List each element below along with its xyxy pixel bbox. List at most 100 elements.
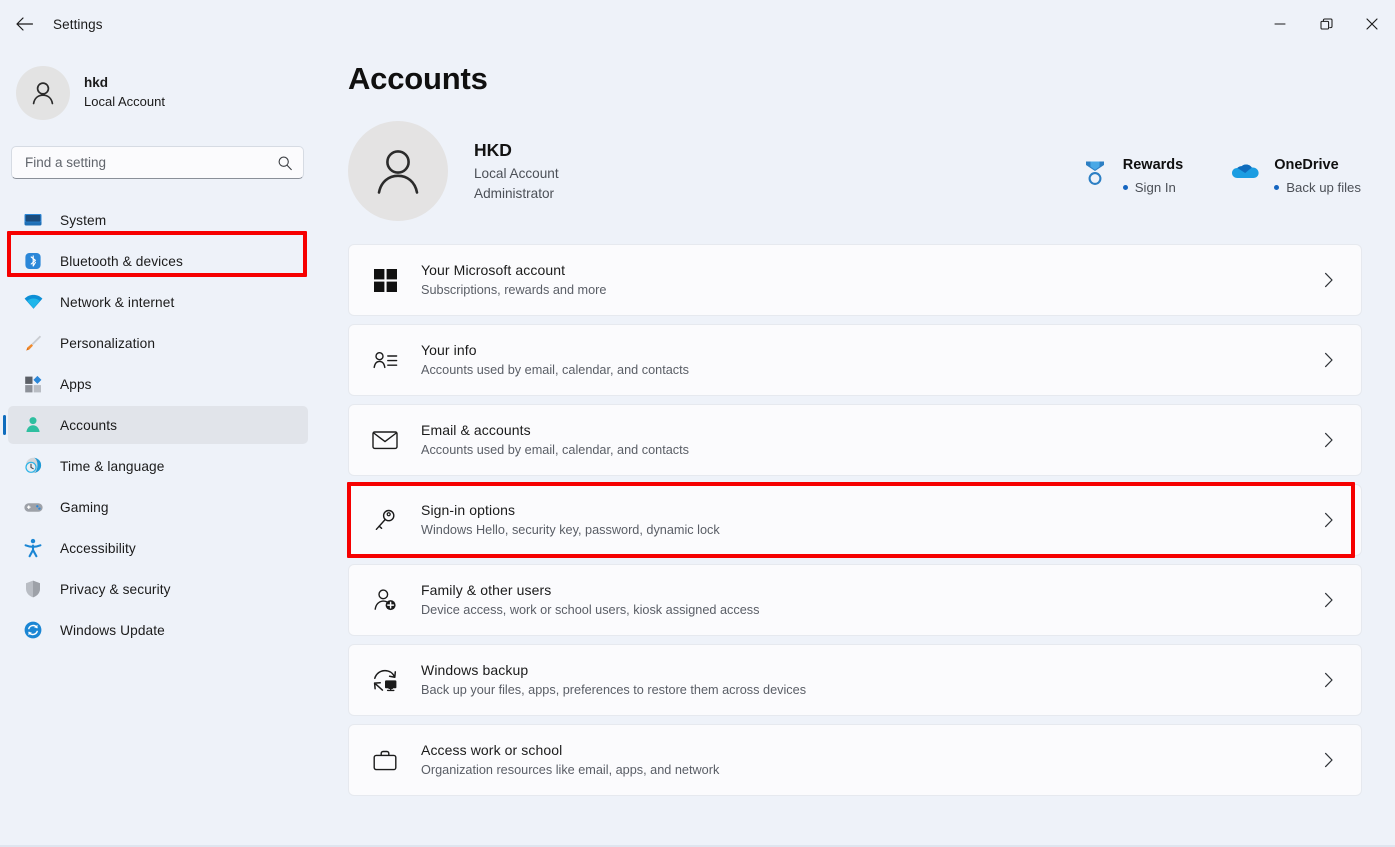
profile-text: hkd Local Account (84, 75, 165, 110)
card-subtitle: Organization resources like email, apps,… (421, 763, 720, 778)
sidebar-item-gaming[interactable]: Gaming (8, 488, 308, 526)
person-badge-icon (22, 414, 44, 436)
avatar (16, 66, 70, 120)
gamepad-icon (22, 496, 44, 518)
back-arrow-icon (15, 17, 33, 31)
sidebar-item-time-language[interactable]: Time & language (8, 447, 308, 485)
card-title: Your Microsoft account (421, 262, 566, 279)
account-details: HKD Local Account Administrator (474, 139, 559, 202)
person-icon (32, 82, 54, 105)
rewards-status: Sign In (1122, 180, 1183, 195)
card-subtitle: Subscriptions, rewards and more (421, 283, 607, 298)
window-body: hkd Local Account Find a setting System … (0, 48, 1395, 845)
sidebar-item-label: System (60, 212, 107, 228)
card-title: Email & accounts (421, 422, 531, 439)
back-button[interactable] (4, 8, 44, 40)
status-dot-icon (1274, 184, 1280, 190)
chevron-right-icon (1317, 432, 1341, 448)
shield-icon (22, 578, 44, 600)
sidebar-item-label: Accessibility (60, 540, 136, 556)
page-title: Accounts (348, 61, 488, 96)
minimize-button[interactable] (1257, 0, 1303, 48)
account-widgets: Rewards Sign In OneDrive Back up files (1080, 147, 1361, 195)
sidebar-item-label: Personalization (60, 335, 156, 351)
profile-name: hkd (84, 75, 109, 91)
search-box[interactable] (11, 146, 304, 179)
card-subtitle: Back up your files, apps, preferences to… (421, 683, 807, 698)
card-subtitle: Windows Hello, security key, password, d… (421, 523, 720, 538)
cloud-icon (1231, 158, 1261, 188)
chevron-right-icon (1317, 592, 1341, 608)
rewards-widget[interactable]: Rewards Sign In (1080, 157, 1184, 195)
sidebar-item-label: Apps (60, 376, 92, 392)
card-title: Sign-in options (421, 502, 516, 519)
search-icon[interactable] (277, 155, 293, 171)
search-input[interactable] (25, 155, 277, 170)
contact-info-icon (371, 346, 399, 374)
close-button[interactable] (1349, 0, 1395, 48)
sidebar-item-network-internet[interactable]: Network & internet (8, 283, 308, 321)
envelope-icon (371, 426, 399, 454)
sidebar-item-privacy-security[interactable]: Privacy & security (8, 570, 308, 608)
backup-icon (371, 666, 399, 694)
chevron-right-icon (1317, 672, 1341, 688)
card-email-accounts[interactable]: Email & accounts Accounts used by email,… (348, 404, 1362, 476)
update-icon (22, 619, 44, 641)
sidebar-item-personalization[interactable]: Personalization (8, 324, 308, 362)
bluetooth-icon (22, 250, 44, 272)
card-text: Email & accounts Accounts used by email,… (421, 421, 1317, 459)
key-icon (371, 506, 399, 534)
card-subtitle: Device access, work or school users, kio… (421, 603, 760, 618)
card-your-info[interactable]: Your info Accounts used by email, calend… (348, 324, 1362, 396)
card-title: Your info (421, 342, 477, 359)
paintbrush-icon (22, 332, 44, 354)
card-windows-backup[interactable]: Windows backup Back up your files, apps,… (348, 644, 1362, 716)
card-your-microsoft-account[interactable]: Your Microsoft account Subscriptions, re… (348, 244, 1362, 316)
account-avatar (348, 121, 448, 221)
window-title: Settings (53, 16, 103, 32)
rewards-text: Rewards Sign In (1122, 157, 1184, 195)
card-title: Windows backup (421, 662, 529, 679)
onedrive-widget[interactable]: OneDrive Back up files (1231, 157, 1361, 195)
chevron-right-icon (1317, 352, 1341, 368)
sidebar-profile[interactable]: hkd Local Account (0, 48, 320, 126)
card-title: Family & other users (421, 582, 552, 599)
person-add-icon (371, 586, 399, 614)
account-type: Local Account (474, 165, 559, 181)
sidebar-item-bluetooth-devices[interactable]: Bluetooth & devices (8, 242, 308, 280)
onedrive-title: OneDrive (1274, 157, 1339, 174)
title-bar: Settings (0, 0, 1395, 48)
card-access-work-or-school[interactable]: Access work or school Organization resou… (348, 724, 1362, 796)
card-text: Family & other users Device access, work… (421, 581, 1317, 619)
medal-icon (1080, 158, 1110, 188)
sidebar-item-accessibility[interactable]: Accessibility (8, 529, 308, 567)
sidebar-item-apps[interactable]: Apps (8, 365, 308, 403)
chevron-right-icon (1317, 512, 1341, 528)
sidebar-item-label: Windows Update (60, 622, 165, 638)
sidebar-item-label: Time & language (60, 458, 165, 474)
wifi-icon (22, 291, 44, 313)
sidebar-item-windows-update[interactable]: Windows Update (8, 611, 308, 649)
account-name: HKD (474, 140, 512, 161)
sidebar-item-system[interactable]: System (8, 201, 308, 239)
clock-globe-icon (22, 455, 44, 477)
accessibility-icon (22, 537, 44, 559)
person-icon (377, 150, 419, 194)
card-text: Your info Accounts used by email, calend… (421, 341, 1317, 379)
close-icon (1366, 18, 1378, 30)
minimize-icon (1274, 23, 1286, 25)
onedrive-status: Back up files (1274, 180, 1361, 195)
card-sign-in-options[interactable]: Sign-in options Windows Hello, security … (348, 484, 1362, 556)
settings-card-list: Your Microsoft account Subscriptions, re… (347, 244, 1395, 796)
sidebar-nav: System Bluetooth & devices Network & int… (0, 201, 320, 649)
sidebar-item-accounts[interactable]: Accounts (3, 406, 308, 444)
onedrive-text: OneDrive Back up files (1274, 157, 1361, 195)
profile-subtitle: Local Account (84, 94, 165, 110)
restore-button[interactable] (1303, 0, 1349, 48)
microsoft-logo-icon (371, 266, 399, 294)
card-subtitle: Accounts used by email, calendar, and co… (421, 443, 690, 458)
settings-window: Settings hkd Local Account Find a settin… (0, 0, 1395, 847)
chevron-right-icon (1317, 272, 1341, 288)
rewards-title: Rewards (1122, 157, 1184, 174)
card-family-other-users[interactable]: Family & other users Device access, work… (348, 564, 1362, 636)
